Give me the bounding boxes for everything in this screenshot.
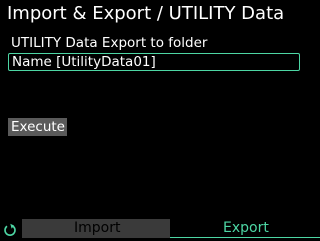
refresh-icon[interactable] [3,221,17,237]
export-folder-label: UTILITY Data Export to folder [11,35,208,51]
execute-button[interactable]: Execute [8,118,67,136]
execute-button-label: Execute [11,119,65,135]
tab-import[interactable]: Import [22,219,170,238]
name-field-value: Name [UtilityData01] [12,54,156,70]
bottom-tab-bar: Import Export [0,219,320,240]
page-title: Import & Export / UTILITY Data [7,3,285,24]
tab-export-label: Export [223,220,269,236]
name-field[interactable]: Name [UtilityData01] [8,53,300,71]
tab-export[interactable]: Export [170,219,320,238]
tab-import-label: Import [74,220,121,236]
